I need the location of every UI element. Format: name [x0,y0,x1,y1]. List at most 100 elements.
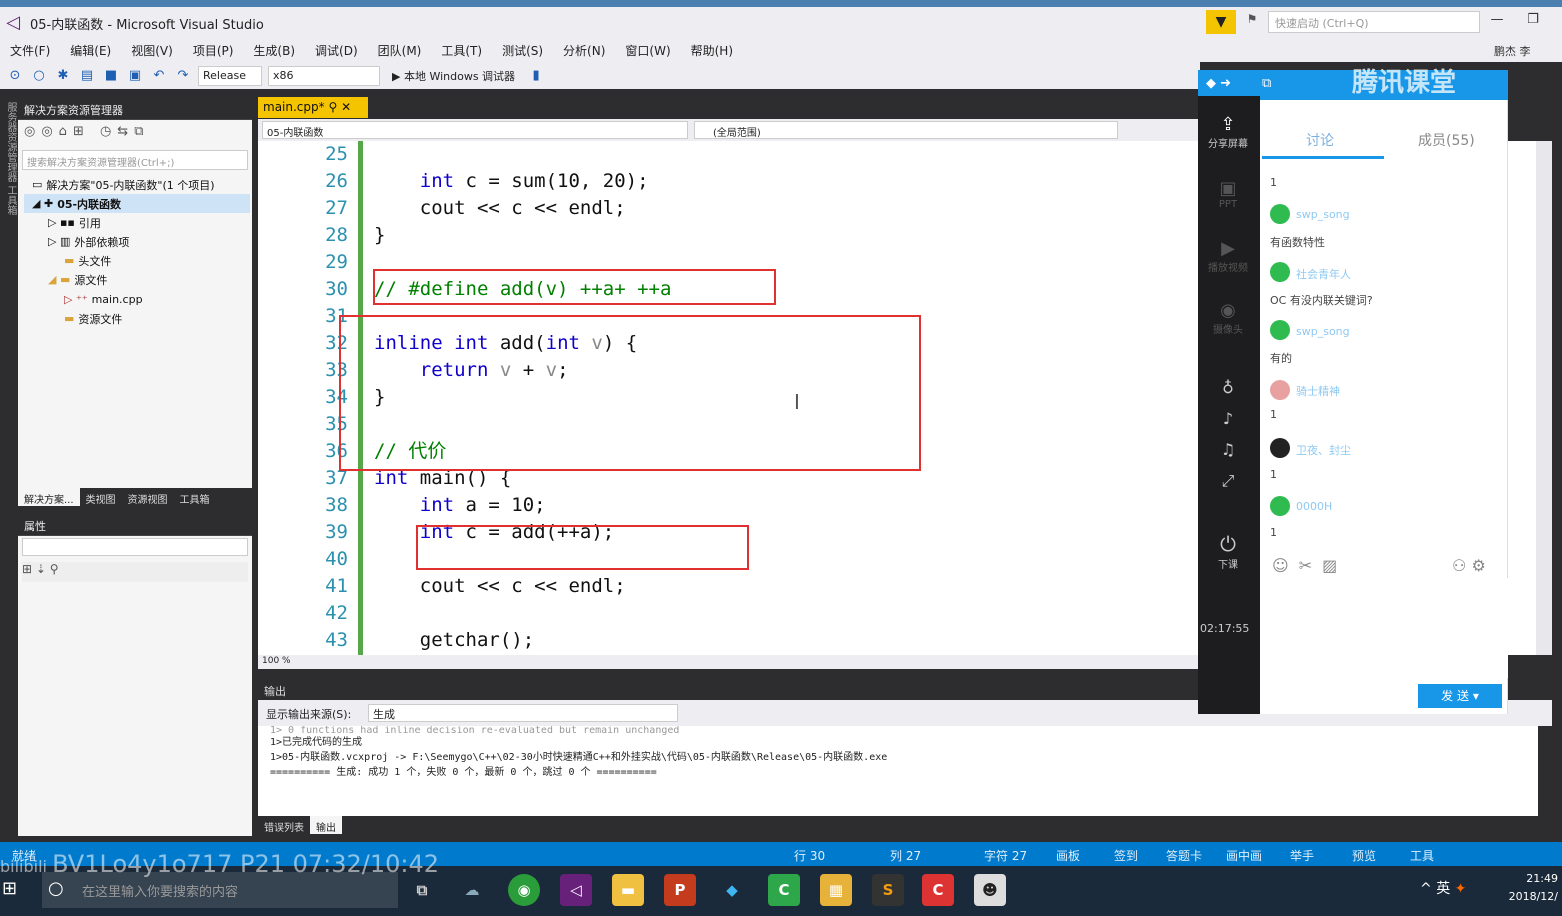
zoom-level[interactable]: 100 % [258,655,1198,669]
menu-analyze[interactable]: 分析(N) [553,42,615,59]
tree-source-files[interactable]: ◢ ▬ 源文件 [24,270,107,289]
menu-debug[interactable]: 调试(D) [305,42,368,59]
notification-icon[interactable]: ⚑ [1242,12,1262,32]
system-tray[interactable]: ^ 英 ✦ [1420,878,1466,898]
camtasia-icon[interactable]: C [768,874,800,906]
microphone-icon[interactable]: ♁ [1200,372,1256,403]
platform-select[interactable]: x86 [268,65,380,86]
tab-solution[interactable]: 解决方案... [18,488,80,506]
solution-search-input[interactable]: 搜索解决方案资源管理器(Ctrl+;) [22,150,248,170]
image-icon[interactable]: ▨ [1322,556,1347,575]
menu-file[interactable]: 文件(F) [0,42,60,59]
task-view-icon[interactable]: ⧉ [406,874,438,906]
save-icon[interactable]: ■ [102,67,120,85]
emoji-icon[interactable]: ☺ [1272,556,1299,575]
pin-icon[interactable]: ◆ ➜ [1206,76,1231,91]
chat-username[interactable]: 骑士精神 [1296,383,1340,399]
ime-indicator[interactable]: 英 [1436,881,1450,897]
pin-icon[interactable]: ⚲ [328,100,337,114]
file-explorer-icon[interactable]: ▬ [612,874,644,906]
tree-references[interactable]: ▷ ▪▪ 引用 [24,213,101,232]
filter-icon[interactable]: ▼ [1206,10,1236,34]
output-source-select[interactable]: 生成 [368,704,678,722]
fullscreen-icon[interactable]: ⤢ [1200,465,1256,496]
visual-studio-task-icon[interactable]: ◁ [560,874,592,906]
tab-output[interactable]: 输出 [310,816,342,834]
properties-object-select[interactable] [22,538,248,556]
tab-class-view[interactable]: 类视图 [80,488,122,506]
scissors-icon[interactable]: ✂ [1299,556,1322,575]
chat-username[interactable]: 社会青年人 [1296,266,1351,282]
menu-view[interactable]: 视图(V) [121,42,183,59]
tree-external-deps[interactable]: ▷ ▥ 外部依赖项 [24,232,129,251]
music-icon[interactable]: ♫ [1200,434,1256,465]
menu-edit[interactable]: 编辑(E) [60,42,121,59]
windows-start-icon[interactable]: ⊞ [2,878,17,899]
chat-username[interactable]: swp_song [1296,325,1350,338]
tray-app-icon[interactable]: ✦ [1455,881,1467,897]
menu-help[interactable]: 帮助(H) [681,42,743,59]
ppt-button[interactable]: ▣ PPT [1200,178,1256,210]
tree-header-files[interactable]: ▬ 头文件 [24,251,111,270]
camera-button[interactable]: ◉ 摄像头 [1200,300,1256,336]
app-c-icon[interactable]: C [922,874,954,906]
chrome-icon[interactable]: ◉ [508,874,540,906]
chat-username[interactable]: swp_song [1296,208,1350,221]
audio-controls[interactable]: ♁ ♪ ♫ ⤢ [1200,372,1256,496]
close-icon[interactable]: ✕ [341,100,351,114]
cortana-icon[interactable]: ○ [48,878,64,899]
tab-main-cpp[interactable]: main.cpp* ⚲ ✕ [258,97,368,118]
tencent-class-icon[interactable]: ◆ [716,874,748,906]
solution-toolbar-icons[interactable]: ◎◎⌂⊞ ◷⇆⧉ [24,124,149,139]
chat-username[interactable]: 卫夜、封尘 [1296,442,1351,458]
tab-resource-view[interactable]: 资源视图 [122,488,174,506]
share-screen-button[interactable]: ⇪ 分享屏幕 [1200,114,1256,150]
tool-whiteboard[interactable]: 画板 [1056,847,1080,864]
window-icon[interactable]: ⧉ [1262,76,1271,91]
gear-icon[interactable]: ⚙ [1471,556,1485,575]
chat-username[interactable]: 0000H [1296,500,1332,513]
properties-toolbar[interactable]: ⊞ ⇣ ⚲ [22,562,248,582]
tab-discussion[interactable]: 讨论 [1306,130,1334,150]
menu-tools[interactable]: 工具(T) [431,42,492,59]
user-name[interactable]: 鹏杰 李 [1494,43,1531,59]
powerpoint-icon[interactable]: P [664,874,696,906]
app-icon[interactable]: ▦ [820,874,852,906]
sublime-icon[interactable]: S [872,874,904,906]
tree-project[interactable]: ◢ ✚ 05-内联函数 [24,194,250,213]
speaker-icon[interactable]: ♪ [1200,403,1256,434]
open-icon[interactable]: ▤ [78,67,96,85]
tree-main-cpp[interactable]: ▷ ⁺⁺ main.cpp [24,290,143,309]
editor-scrollbar[interactable] [1536,141,1552,655]
tab-toolbox[interactable]: 工具箱 [174,488,216,506]
tree-solution[interactable]: ▭ 解决方案"05-内联函数"(1 个项目) [24,175,215,194]
tool-pip[interactable]: 画中画 [1226,847,1262,864]
server-explorer-strip[interactable]: 服务器资源管理器 工具箱 [0,96,18,840]
run-debugger-button[interactable]: ▶ 本地 Windows 调试器 [386,68,521,84]
quick-launch-input[interactable]: 快速启动 (Ctrl+Q) [1268,11,1480,33]
tool-answer-card[interactable]: 答题卡 [1166,847,1202,864]
tool-raise-hand[interactable]: 举手 [1290,847,1314,864]
edge-icon[interactable]: ☁ [456,874,488,906]
config-select[interactable]: Release [198,65,262,86]
app-avatar-icon[interactable]: ☻ [974,874,1006,906]
tree-resource-files[interactable]: ▬ 资源文件 [24,309,122,328]
menu-window[interactable]: 窗口(W) [615,42,680,59]
tool-signin[interactable]: 签到 [1114,847,1138,864]
back-icon[interactable]: ⊙ [6,67,24,85]
tab-error-list[interactable]: 错误列表 [258,816,310,834]
play-video-button[interactable]: ▶ 播放视频 [1200,238,1256,274]
menu-test[interactable]: 测试(S) [492,42,553,59]
members-icon[interactable]: ⚇ [1452,556,1466,575]
new-project-icon[interactable]: ✱ [54,67,72,85]
tab-members[interactable]: 成员(55) [1418,130,1475,150]
bookmark-icon[interactable]: ▮ [527,67,545,85]
taskbar-clock[interactable]: 21:49 2018/12/ [1502,870,1558,906]
menu-project[interactable]: 项目(P) [183,42,244,59]
undo-icon[interactable]: ↶ [150,67,168,85]
tool-tools[interactable]: 工具 [1410,847,1434,864]
menu-build[interactable]: 生成(B) [243,42,305,59]
save-all-icon[interactable]: ▣ [126,67,144,85]
end-class-button[interactable]: ⏻ 下课 [1200,532,1256,571]
menu-team[interactable]: 团队(M) [368,42,432,59]
